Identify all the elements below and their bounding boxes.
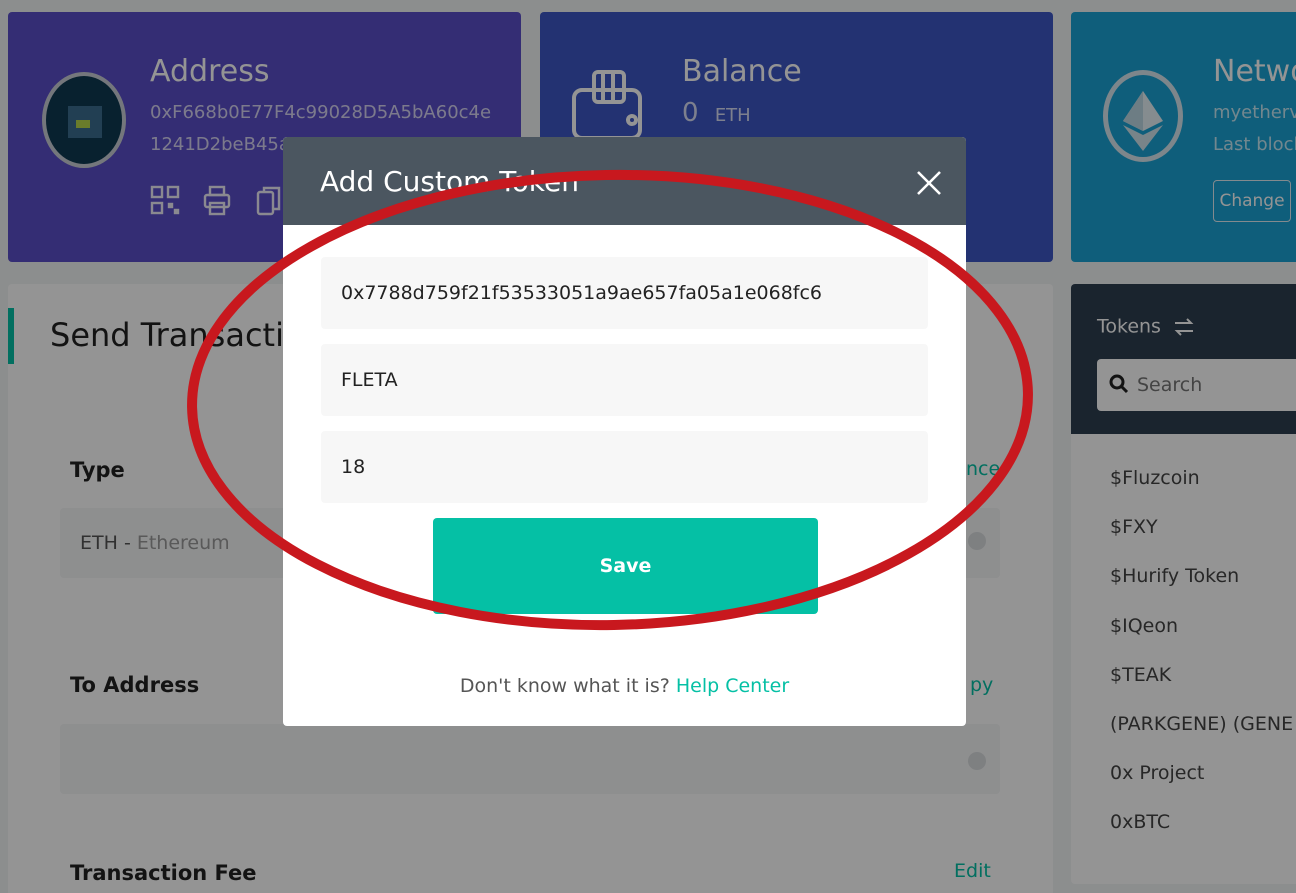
add-custom-token-modal: Add Custom Token Save Don't know what it… [283,137,966,726]
token-decimals-input[interactable] [321,431,928,503]
close-icon[interactable] [913,167,945,199]
help-line: Don't know what it is? Help Center [283,675,966,697]
modal-header: Add Custom Token [283,137,966,225]
modal-title: Add Custom Token [320,165,579,198]
save-button[interactable]: Save [433,518,818,614]
token-symbol-input[interactable] [321,344,928,416]
help-center-link[interactable]: Help Center [676,675,789,697]
token-contract-address-input[interactable] [321,257,928,329]
help-text: Don't know what it is? [459,675,670,697]
